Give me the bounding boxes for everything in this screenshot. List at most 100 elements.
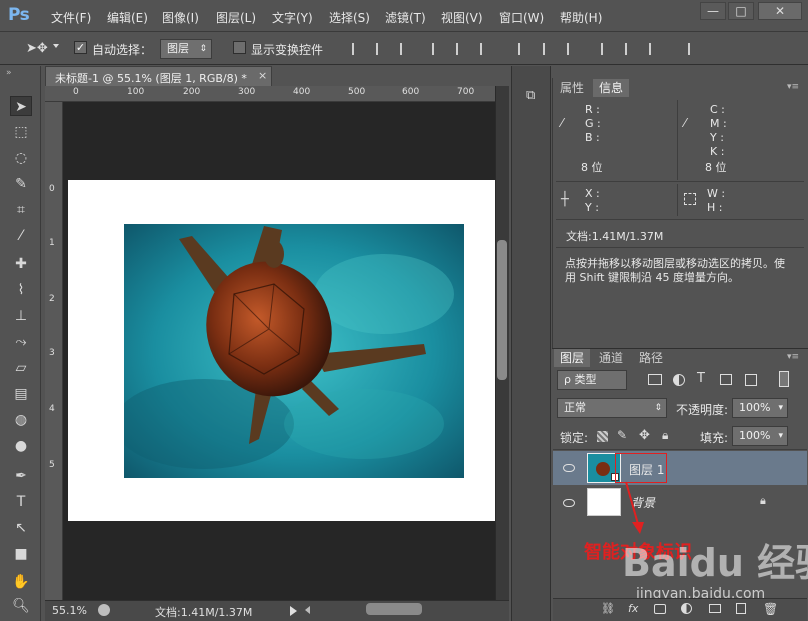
brush-tool-icon[interactable]: ⌇ xyxy=(10,280,32,300)
menu-view[interactable]: 视图(V) xyxy=(441,9,483,26)
doc-info-icon[interactable] xyxy=(98,604,110,616)
menu-file[interactable]: 文件(F) xyxy=(51,9,91,26)
move-tool-icon[interactable]: ➤ xyxy=(10,96,32,116)
crop-tool-icon[interactable]: ⌗ xyxy=(10,200,32,220)
minimize-button[interactable]: — xyxy=(700,2,726,20)
layer-name[interactable]: 图层 1 xyxy=(629,461,664,478)
layer-row-layer1[interactable]: 图层 1 xyxy=(553,451,807,485)
type-tool-icon[interactable]: T xyxy=(10,492,32,512)
new-layer-icon[interactable] xyxy=(736,603,746,614)
add-mask-icon[interactable] xyxy=(654,604,666,614)
auto-align-icon[interactable] xyxy=(688,43,702,55)
menu-select[interactable]: 选择(S) xyxy=(329,9,370,26)
layers-menu-icon[interactable]: ▾≡ xyxy=(787,352,799,362)
path-select-tool-icon[interactable]: ↖ xyxy=(10,518,32,538)
pen-tool-icon[interactable]: ✒ xyxy=(10,466,32,486)
filter-pixel-icon[interactable] xyxy=(648,374,662,385)
layer-filter-dropdown[interactable]: ρ 类型 xyxy=(557,370,627,390)
lock-all-icon[interactable]: 🔒︎ xyxy=(662,428,668,443)
history-brush-tool-icon[interactable]: ⤳ xyxy=(10,332,32,352)
preset-dropdown-icon[interactable] xyxy=(53,44,59,48)
panel-menu-icon[interactable]: ▾≡ xyxy=(787,82,799,92)
distribute-top-icon[interactable] xyxy=(518,43,532,55)
align-hcenter-icon[interactable] xyxy=(456,43,470,55)
zoom-level[interactable]: 55.1% xyxy=(52,604,87,617)
filter-type-icon[interactable]: T xyxy=(697,371,705,386)
fx-icon[interactable]: fx xyxy=(628,602,638,615)
distribute-vcenter-icon[interactable] xyxy=(543,43,557,55)
auto-select-checkbox[interactable]: ✓ xyxy=(74,41,87,54)
filter-toggle[interactable] xyxy=(779,371,789,387)
tab-info[interactable]: 信息 xyxy=(593,79,630,97)
align-left-icon[interactable] xyxy=(432,43,446,55)
blend-mode-dropdown[interactable]: 正常 ⇕ xyxy=(557,398,667,418)
filter-shape-icon[interactable] xyxy=(720,374,732,385)
filter-adjustment-icon[interactable] xyxy=(673,374,685,386)
lock-transparent-icon[interactable] xyxy=(597,431,608,442)
menu-filter[interactable]: 滤镜(T) xyxy=(385,9,426,26)
adjustment-layer-icon[interactable] xyxy=(681,603,692,614)
align-right-icon[interactable] xyxy=(480,43,494,55)
collapse-tools-icon[interactable]: » xyxy=(6,68,12,78)
align-top-icon[interactable] xyxy=(352,43,366,55)
distribute-right-icon[interactable] xyxy=(649,43,663,55)
lasso-tool-icon[interactable]: ◌ xyxy=(10,148,32,168)
align-vcenter-icon[interactable] xyxy=(376,43,390,55)
healing-brush-tool-icon[interactable]: ✚ xyxy=(10,254,32,274)
visibility-eye-icon[interactable] xyxy=(563,499,575,507)
dodge-tool-icon[interactable]: ● xyxy=(10,436,32,456)
status-menu-arrow-icon[interactable] xyxy=(290,606,297,616)
scroll-left-icon[interactable] xyxy=(305,606,310,614)
distribute-bottom-icon[interactable] xyxy=(567,43,581,55)
filter-smart-icon[interactable] xyxy=(745,374,757,386)
ruler-vertical[interactable]: 0 1 2 3 4 5 xyxy=(45,102,63,600)
tab-properties[interactable]: 属性 xyxy=(554,79,590,97)
lock-position-icon[interactable]: ✥ xyxy=(639,428,650,443)
show-transform-checkbox[interactable] xyxy=(233,41,246,54)
align-bottom-icon[interactable] xyxy=(400,43,414,55)
chevron-down-icon[interactable]: ▾ xyxy=(778,427,783,445)
zoom-tool-icon[interactable]: 🔍︎ xyxy=(10,596,32,616)
blur-tool-icon[interactable]: ◍ xyxy=(10,410,32,430)
auto-select-dropdown[interactable]: 图层 ⇕ xyxy=(160,39,212,59)
delete-layer-icon[interactable]: 🗑︎ xyxy=(763,602,778,616)
menu-type[interactable]: 文字(Y) xyxy=(272,9,313,26)
menu-help[interactable]: 帮助(H) xyxy=(560,9,602,26)
hand-tool-icon[interactable]: ✋ xyxy=(10,572,32,592)
menu-layer[interactable]: 图层(L) xyxy=(216,9,256,26)
menu-window[interactable]: 窗口(W) xyxy=(499,9,544,26)
lock-pixels-icon[interactable]: ✎ xyxy=(617,428,627,442)
vertical-scroll-thumb[interactable] xyxy=(497,240,507,380)
document-tab[interactable]: 未标题-1 @ 55.1% (图层 1, RGB/8) * × xyxy=(45,66,272,86)
distribute-hcenter-icon[interactable] xyxy=(625,43,639,55)
marquee-tool-icon[interactable]: ⬚ xyxy=(10,122,32,142)
ruler-horizontal[interactable]: 0 100 200 300 400 500 600 700 xyxy=(45,86,495,102)
menu-edit[interactable]: 编辑(E) xyxy=(107,9,148,26)
clone-stamp-tool-icon[interactable]: ⊥ xyxy=(10,306,32,326)
close-document-icon[interactable]: × xyxy=(258,69,267,82)
gradient-tool-icon[interactable]: ▤ xyxy=(10,384,32,404)
close-window-button[interactable]: ✕ xyxy=(758,2,802,20)
eyedropper-tool-icon[interactable]: ⁄ xyxy=(10,226,32,246)
opacity-input[interactable]: 100% ▾ xyxy=(732,398,788,418)
distribute-left-icon[interactable] xyxy=(601,43,615,55)
side-dock: ⧉ xyxy=(511,66,551,621)
visibility-eye-icon[interactable] xyxy=(563,464,575,472)
rectangle-tool-icon[interactable]: ■ xyxy=(10,544,32,564)
tab-channels[interactable]: 通道 xyxy=(593,349,629,367)
link-layers-icon[interactable]: ⛓ xyxy=(601,602,615,615)
chevron-down-icon[interactable]: ▾ xyxy=(778,399,783,417)
quick-select-tool-icon[interactable]: ✎ xyxy=(10,174,32,194)
move-tool-preset-icon[interactable]: ➤✥ xyxy=(26,41,48,57)
fill-input[interactable]: 100% ▾ xyxy=(732,426,788,446)
tab-layers[interactable]: 图层 xyxy=(554,349,591,367)
eraser-tool-icon[interactable]: ▱ xyxy=(10,358,32,378)
menu-image[interactable]: 图像(I) xyxy=(162,9,199,26)
turtle-photo[interactable] xyxy=(124,224,464,478)
history-panel-icon[interactable]: ⧉ xyxy=(526,88,542,106)
horizontal-scroll-thumb[interactable] xyxy=(366,603,422,615)
new-group-icon[interactable] xyxy=(709,604,721,613)
layer-row-background[interactable]: 背景 🔒︎ xyxy=(553,486,807,520)
maximize-button[interactable]: □ xyxy=(728,2,754,20)
tab-paths[interactable]: 路径 xyxy=(633,349,669,367)
